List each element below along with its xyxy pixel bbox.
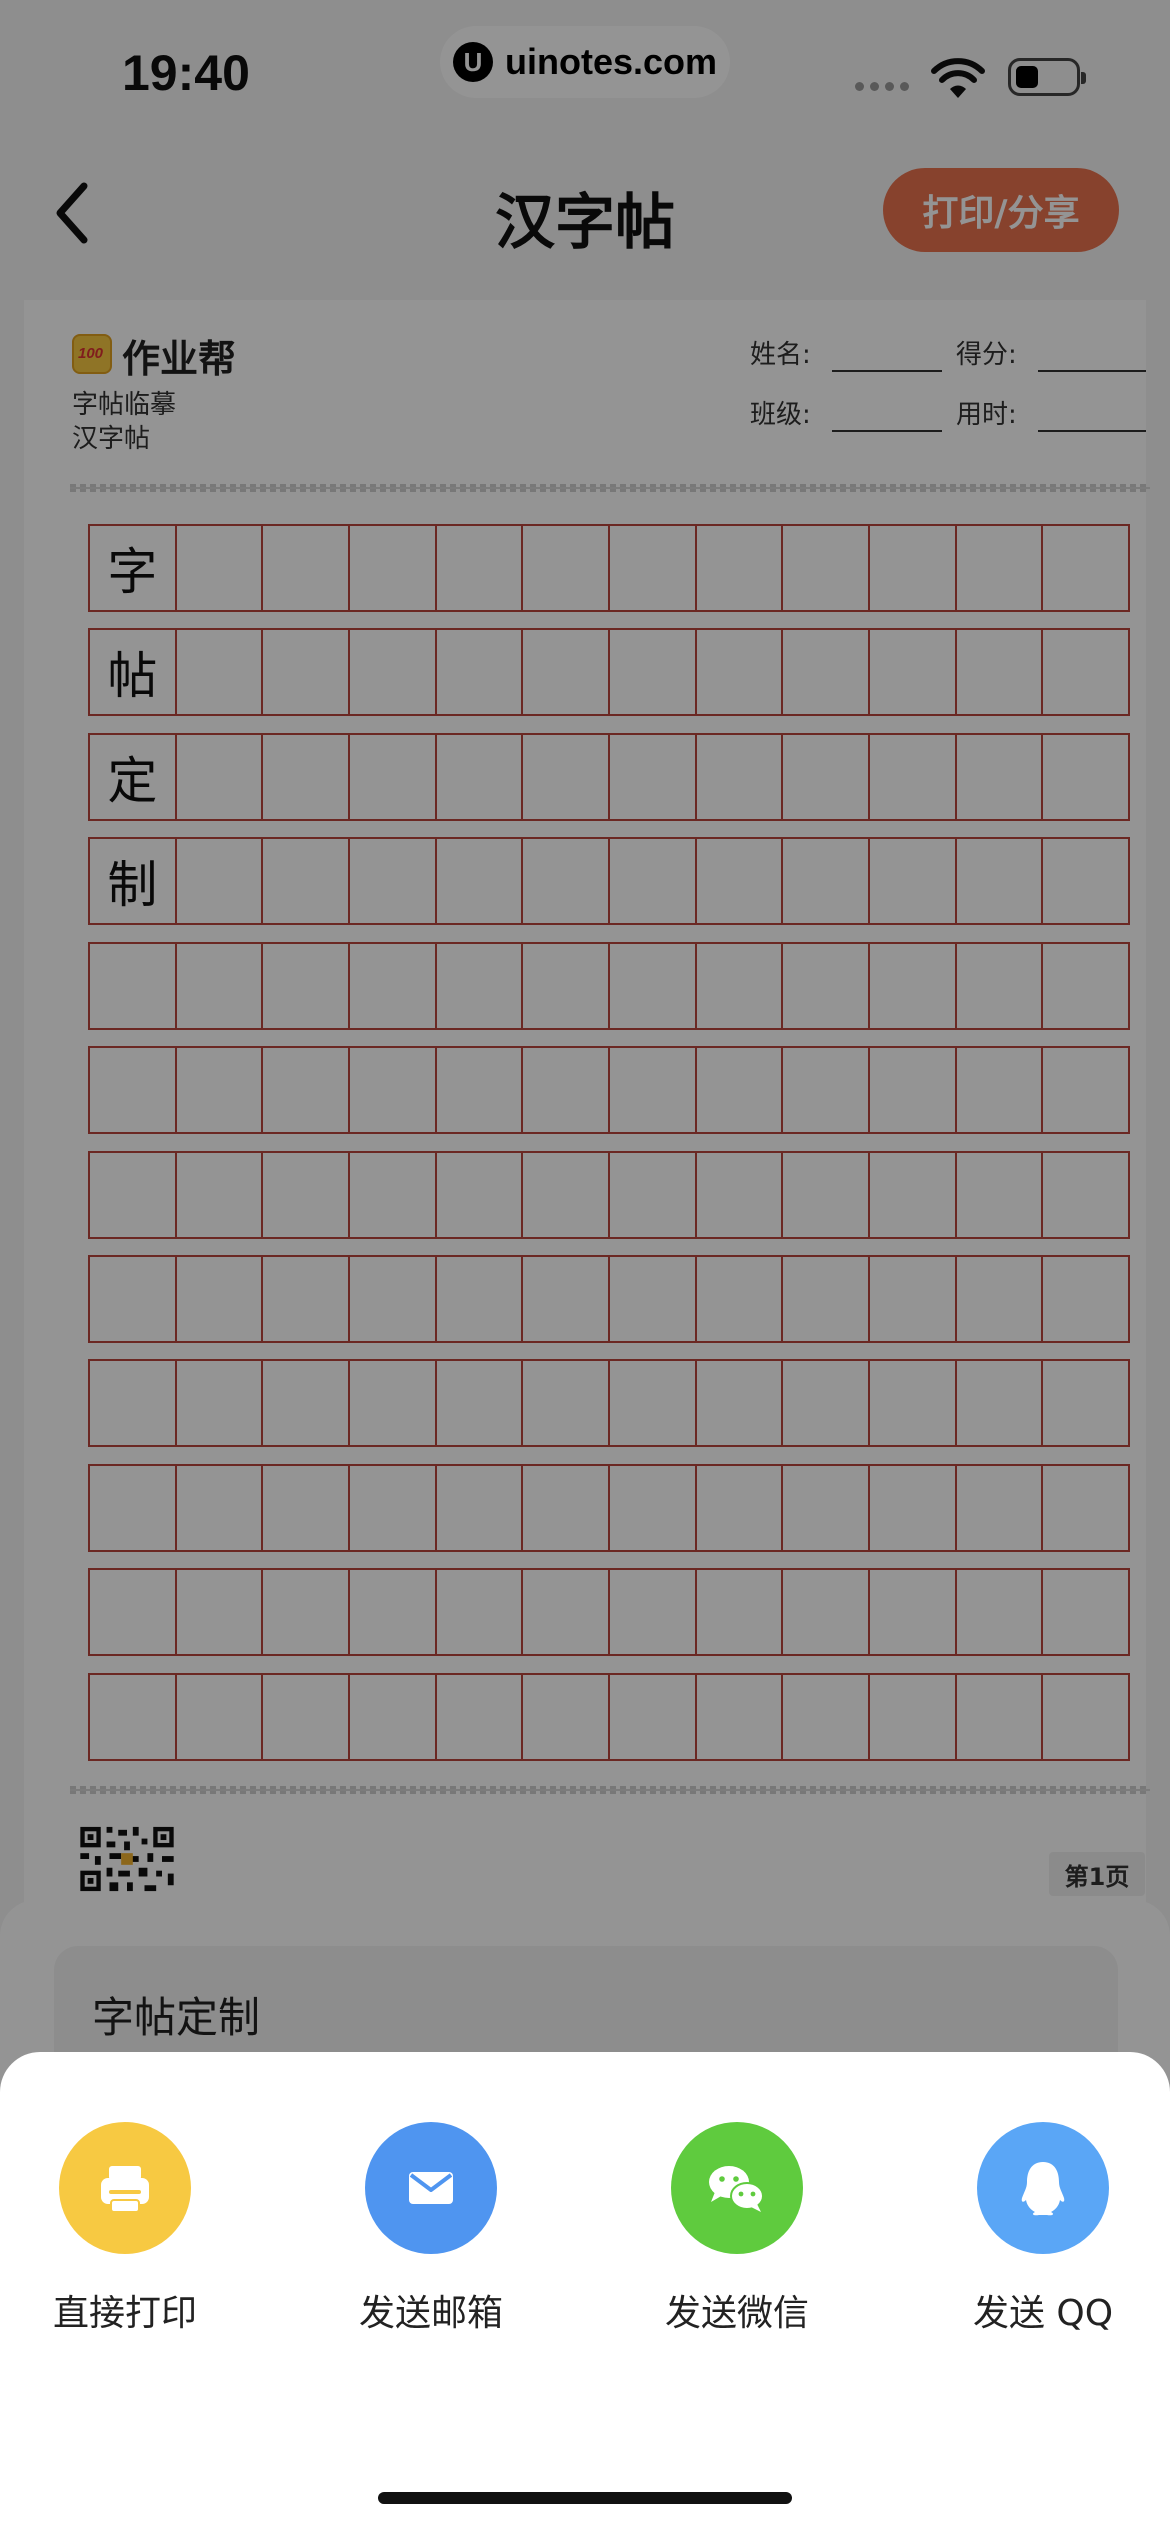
- share-option-print[interactable]: 直接打印: [15, 2122, 235, 2336]
- share-option-label: 发送邮箱: [358, 2293, 503, 2334]
- share-option-label: 直接打印: [52, 2293, 197, 2334]
- share-option-email[interactable]: 发送邮箱: [321, 2122, 541, 2336]
- email-option-circle: [365, 2122, 497, 2254]
- share-option-label: 发送 QQ: [972, 2293, 1114, 2334]
- qq-option-circle: [977, 2122, 1109, 2254]
- home-indicator: [378, 2492, 792, 2504]
- share-option-label: 发送微信: [664, 2293, 809, 2334]
- wechat-option-circle: [671, 2122, 803, 2254]
- share-option-wechat[interactable]: 发送微信: [627, 2122, 847, 2336]
- share-option-qq[interactable]: 发送 QQ: [933, 2122, 1153, 2336]
- qq-icon: [1021, 2162, 1065, 2216]
- wechat-icon: [709, 2166, 764, 2212]
- print-option-circle: [59, 2122, 191, 2254]
- mail-icon: [409, 2172, 453, 2204]
- printer-icon: [101, 2166, 149, 2213]
- share-sheet: 直接打印 发送邮箱 发送微信 发送 QQ: [0, 2052, 1170, 2532]
